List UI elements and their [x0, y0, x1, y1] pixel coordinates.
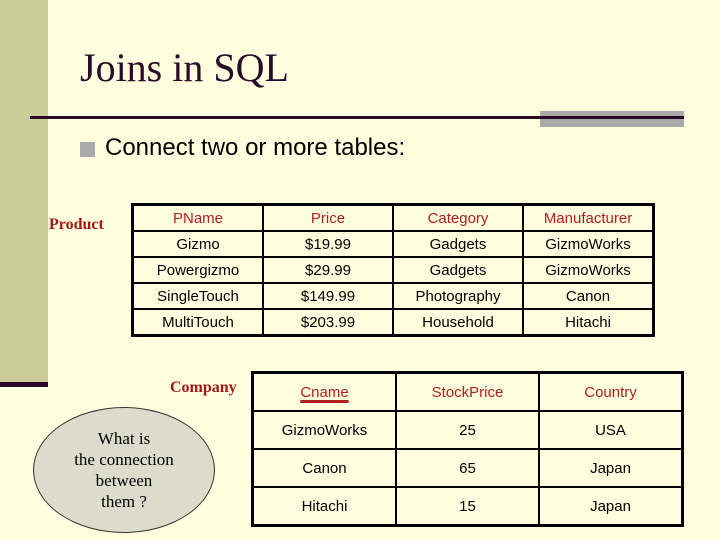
table-row: MultiTouch $203.99 Household Hitachi	[131, 308, 655, 337]
column-header: Country	[538, 371, 684, 412]
column-header: PName	[131, 203, 264, 232]
table-cell: Powergizmo	[131, 256, 264, 284]
sidebar-cap	[0, 382, 48, 387]
table-cell: Photography	[392, 282, 524, 310]
table-cell: USA	[538, 410, 684, 450]
bullet-item: Connect two or more tables:	[80, 134, 405, 162]
table-cell: GizmoWorks	[522, 256, 655, 284]
company-table: Cname StockPrice Country GizmoWorks 25 U…	[251, 371, 684, 527]
table-cell: GizmoWorks	[522, 230, 655, 258]
table-cell: Gadgets	[392, 230, 524, 258]
table-cell: $149.99	[262, 282, 394, 310]
table-cell: 65	[395, 448, 540, 488]
table-cell: $203.99	[262, 308, 394, 337]
primary-key-label: Cname	[300, 383, 349, 401]
column-header: Price	[262, 203, 394, 232]
table-cell: Gadgets	[392, 256, 524, 284]
table-row: GizmoWorks 25 USA	[251, 410, 684, 450]
table-cell: Canon	[522, 282, 655, 310]
table-cell: 25	[395, 410, 540, 450]
table-row: Hitachi 15 Japan	[251, 486, 684, 527]
column-header-key: Cname	[251, 371, 397, 412]
table-cell: Household	[392, 308, 524, 337]
company-table-label: Company	[170, 379, 237, 396]
table-row: Canon 65 Japan	[251, 448, 684, 488]
slide-title: Joins in SQL	[80, 45, 289, 90]
product-table-label: Product	[49, 216, 104, 233]
table-cell: MultiTouch	[131, 308, 264, 337]
table-cell: $29.99	[262, 256, 394, 284]
table-header-row: PName Price Category Manufacturer	[131, 203, 655, 232]
callout-ellipse: What is the connection between them ?	[33, 407, 215, 533]
table-cell: Japan	[538, 448, 684, 488]
table-cell: $19.99	[262, 230, 394, 258]
table-cell: Hitachi	[522, 308, 655, 337]
product-table: PName Price Category Manufacturer Gizmo …	[131, 203, 655, 337]
bullet-text: Connect two or more tables:	[105, 134, 406, 161]
table-row: SingleTouch $149.99 Photography Canon	[131, 282, 655, 310]
table-cell: Canon	[251, 448, 397, 488]
table-cell: SingleTouch	[131, 282, 264, 310]
table-cell: Gizmo	[131, 230, 264, 258]
square-bullet-icon	[80, 141, 95, 157]
table-cell: 15	[395, 486, 540, 527]
column-header: Category	[392, 203, 524, 232]
column-header: Manufacturer	[522, 203, 655, 232]
callout-text: What is the connection between them ?	[74, 429, 174, 511]
table-header-row: Cname StockPrice Country	[251, 371, 684, 412]
table-cell: GizmoWorks	[251, 410, 397, 450]
title-divider-accent	[540, 111, 684, 127]
column-header: StockPrice	[395, 371, 540, 412]
table-cell: Hitachi	[251, 486, 397, 527]
table-row: Gizmo $19.99 Gadgets GizmoWorks	[131, 230, 655, 258]
table-row: Powergizmo $29.99 Gadgets GizmoWorks	[131, 256, 655, 284]
sidebar-decoration	[0, 0, 48, 382]
table-cell: Japan	[538, 486, 684, 527]
